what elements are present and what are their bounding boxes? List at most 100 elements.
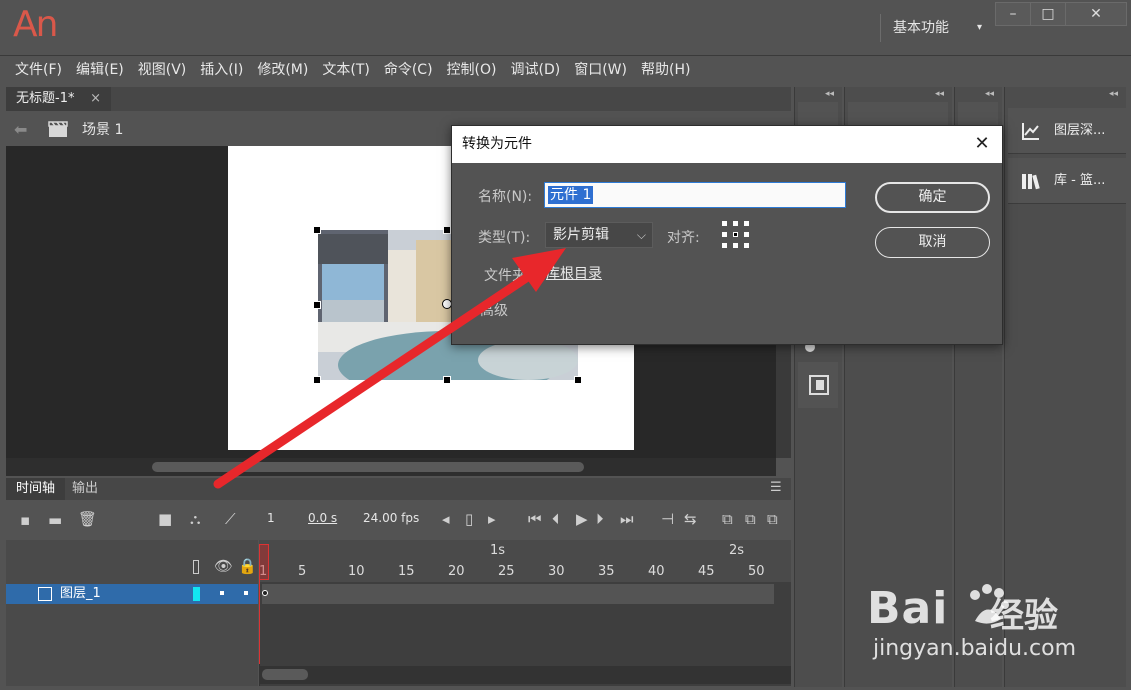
camera-icon[interactable]: ■ bbox=[158, 510, 172, 528]
ruler-frame: 20 bbox=[448, 564, 465, 579]
step-back-icon[interactable]: ◂ bbox=[442, 510, 450, 528]
ruler-frame: 10 bbox=[348, 564, 365, 579]
menu-commands[interactable]: 命令(C) bbox=[377, 56, 440, 84]
menu-view[interactable]: 视图(V) bbox=[131, 56, 194, 84]
document-tab-title: 无标题-1* bbox=[16, 91, 75, 106]
last-frame-icon[interactable]: ⏭ bbox=[620, 510, 634, 528]
stage-scrollbar-thumb[interactable] bbox=[152, 462, 584, 472]
layer-depth-panel-button[interactable]: 图层深... bbox=[1008, 108, 1126, 154]
transform-handle[interactable] bbox=[313, 226, 321, 234]
lock-dot[interactable] bbox=[244, 591, 248, 595]
advanced-toggle[interactable]: 高级 bbox=[480, 300, 508, 320]
ok-button[interactable]: 确定 bbox=[875, 182, 990, 213]
parent-view-icon[interactable]: ⛬ bbox=[190, 510, 201, 528]
library-icon bbox=[1022, 174, 1040, 190]
menu-debug[interactable]: 调试(D) bbox=[504, 56, 568, 84]
ruler-second: 1s bbox=[490, 543, 506, 558]
transform-handle[interactable] bbox=[313, 376, 321, 384]
edit-multiple-frames-icon[interactable]: ⧉ bbox=[745, 510, 756, 528]
menu-edit[interactable]: 编辑(E) bbox=[69, 56, 131, 84]
collapse-icon[interactable]: ◂◂ bbox=[825, 89, 834, 99]
visibility-dot[interactable] bbox=[220, 591, 224, 595]
center-frame-icon[interactable]: ⊣ bbox=[661, 510, 674, 528]
close-window-button[interactable]: ✕ bbox=[1065, 2, 1127, 26]
watermark-url: jingyan.baidu.com bbox=[873, 636, 1077, 661]
menu-help[interactable]: 帮助(H) bbox=[634, 56, 697, 84]
elapsed-time[interactable]: 0.0 s bbox=[308, 511, 337, 525]
panel-menu-icon[interactable]: ☰ bbox=[770, 480, 782, 495]
collapse-icon[interactable]: ◂◂ bbox=[1109, 89, 1118, 99]
loop-icon[interactable]: ⇆ bbox=[684, 510, 697, 528]
layer-name[interactable]: 图层_1 bbox=[60, 585, 101, 603]
timeline-tab-bar bbox=[6, 478, 791, 500]
modify-markers-icon[interactable]: ⧉ bbox=[767, 510, 778, 528]
prev-frame-icon[interactable]: ⏴ bbox=[552, 510, 560, 528]
symbol-name-value[interactable]: 元件 1 bbox=[548, 186, 594, 204]
new-layer-icon[interactable]: ▪ bbox=[20, 511, 30, 529]
graph-icon[interactable]: ⟋ bbox=[225, 510, 236, 528]
onion-skin-outline-icon[interactable]: ⧉ bbox=[722, 510, 733, 528]
ruler-frame: 5 bbox=[298, 564, 307, 579]
panel-button[interactable] bbox=[798, 362, 838, 408]
tab-timeline[interactable]: 时间轴 bbox=[6, 478, 66, 500]
panel-icon bbox=[809, 375, 829, 395]
transform-handle[interactable] bbox=[313, 301, 321, 309]
workspace-switcher[interactable]: 基本功能 ▾ bbox=[880, 14, 990, 42]
name-label: 名称(N): bbox=[478, 189, 533, 205]
menu-control[interactable]: 控制(O) bbox=[440, 56, 504, 84]
close-icon: ✕ bbox=[974, 133, 990, 154]
first-frame-icon[interactable]: ⏮ bbox=[528, 510, 542, 528]
ruler-frame: 30 bbox=[548, 564, 565, 579]
registration-grid[interactable] bbox=[722, 221, 750, 249]
symbol-type-select[interactable]: 影片剪辑 ⌵ bbox=[545, 222, 653, 248]
menu-insert[interactable]: 插入(I) bbox=[193, 56, 250, 84]
ruler-frame: 15 bbox=[398, 564, 415, 579]
clapperboard-icon bbox=[48, 121, 68, 137]
ruler-frame: 35 bbox=[598, 564, 615, 579]
ruler-frame: 45 bbox=[698, 564, 715, 579]
layer-color-swatch[interactable] bbox=[193, 587, 200, 601]
lock-icon[interactable]: 🔒 bbox=[238, 557, 257, 575]
eye-icon[interactable]: 👁 bbox=[214, 557, 233, 575]
panel-label: 图层深... bbox=[1054, 123, 1106, 138]
play-icon[interactable]: ▶ bbox=[576, 510, 588, 528]
workspace-label: 基本功能 bbox=[893, 20, 949, 36]
frame-rate[interactable]: 24.00 fps bbox=[363, 511, 419, 525]
maximize-button[interactable]: □ bbox=[1030, 2, 1066, 26]
transform-handle[interactable] bbox=[574, 376, 582, 384]
menu-window[interactable]: 窗口(W) bbox=[567, 56, 634, 84]
frames-row[interactable] bbox=[262, 584, 774, 604]
scene-label: 场景 1 bbox=[82, 122, 124, 138]
menu-file[interactable]: 文件(F) bbox=[8, 56, 69, 84]
transform-handle[interactable] bbox=[443, 226, 451, 234]
playhead-line bbox=[259, 544, 269, 664]
cancel-button[interactable]: 取消 bbox=[875, 227, 990, 258]
tab-output[interactable]: 输出 bbox=[62, 478, 108, 500]
new-folder-icon[interactable]: ▬ bbox=[48, 511, 62, 529]
next-frame-icon[interactable]: ⏵ bbox=[596, 510, 604, 528]
close-tab-icon[interactable]: × bbox=[90, 87, 101, 111]
timeline-scrollbar-thumb[interactable] bbox=[262, 669, 308, 680]
menu-modify[interactable]: 修改(M) bbox=[250, 56, 315, 84]
current-frame[interactable]: 1 bbox=[267, 511, 275, 525]
menu-text[interactable]: 文本(T) bbox=[315, 56, 376, 84]
chevron-down-icon: ⌵ bbox=[636, 228, 646, 242]
delete-icon[interactable]: 🗑 bbox=[78, 510, 97, 528]
watermark-jingyan: 经验 bbox=[990, 596, 1058, 636]
dialog-close-button[interactable]: ✕ bbox=[970, 132, 994, 156]
document-tab[interactable]: 无标题-1* × bbox=[6, 87, 111, 111]
library-panel-button[interactable]: 库 - 篮... bbox=[1008, 158, 1126, 204]
transform-handle[interactable] bbox=[443, 376, 451, 384]
collapse-icon[interactable]: ◂◂ bbox=[935, 89, 944, 99]
outline-toggle-icon[interactable] bbox=[193, 560, 199, 574]
back-arrow-icon[interactable]: ⬅ bbox=[14, 120, 27, 139]
symbol-type-value: 影片剪辑 bbox=[553, 227, 609, 243]
close-icon: ✕ bbox=[1090, 6, 1102, 22]
minimize-button[interactable]: – bbox=[995, 2, 1031, 26]
app-logo: An bbox=[13, 4, 58, 45]
timeline-scrollbar[interactable] bbox=[259, 666, 791, 684]
collapse-icon[interactable]: ◂◂ bbox=[985, 89, 994, 99]
onion-skin-icon[interactable]: ▯ bbox=[465, 510, 473, 528]
folder-link[interactable]: 库根目录 bbox=[546, 263, 602, 283]
step-forward-icon[interactable]: ▸ bbox=[488, 510, 496, 528]
